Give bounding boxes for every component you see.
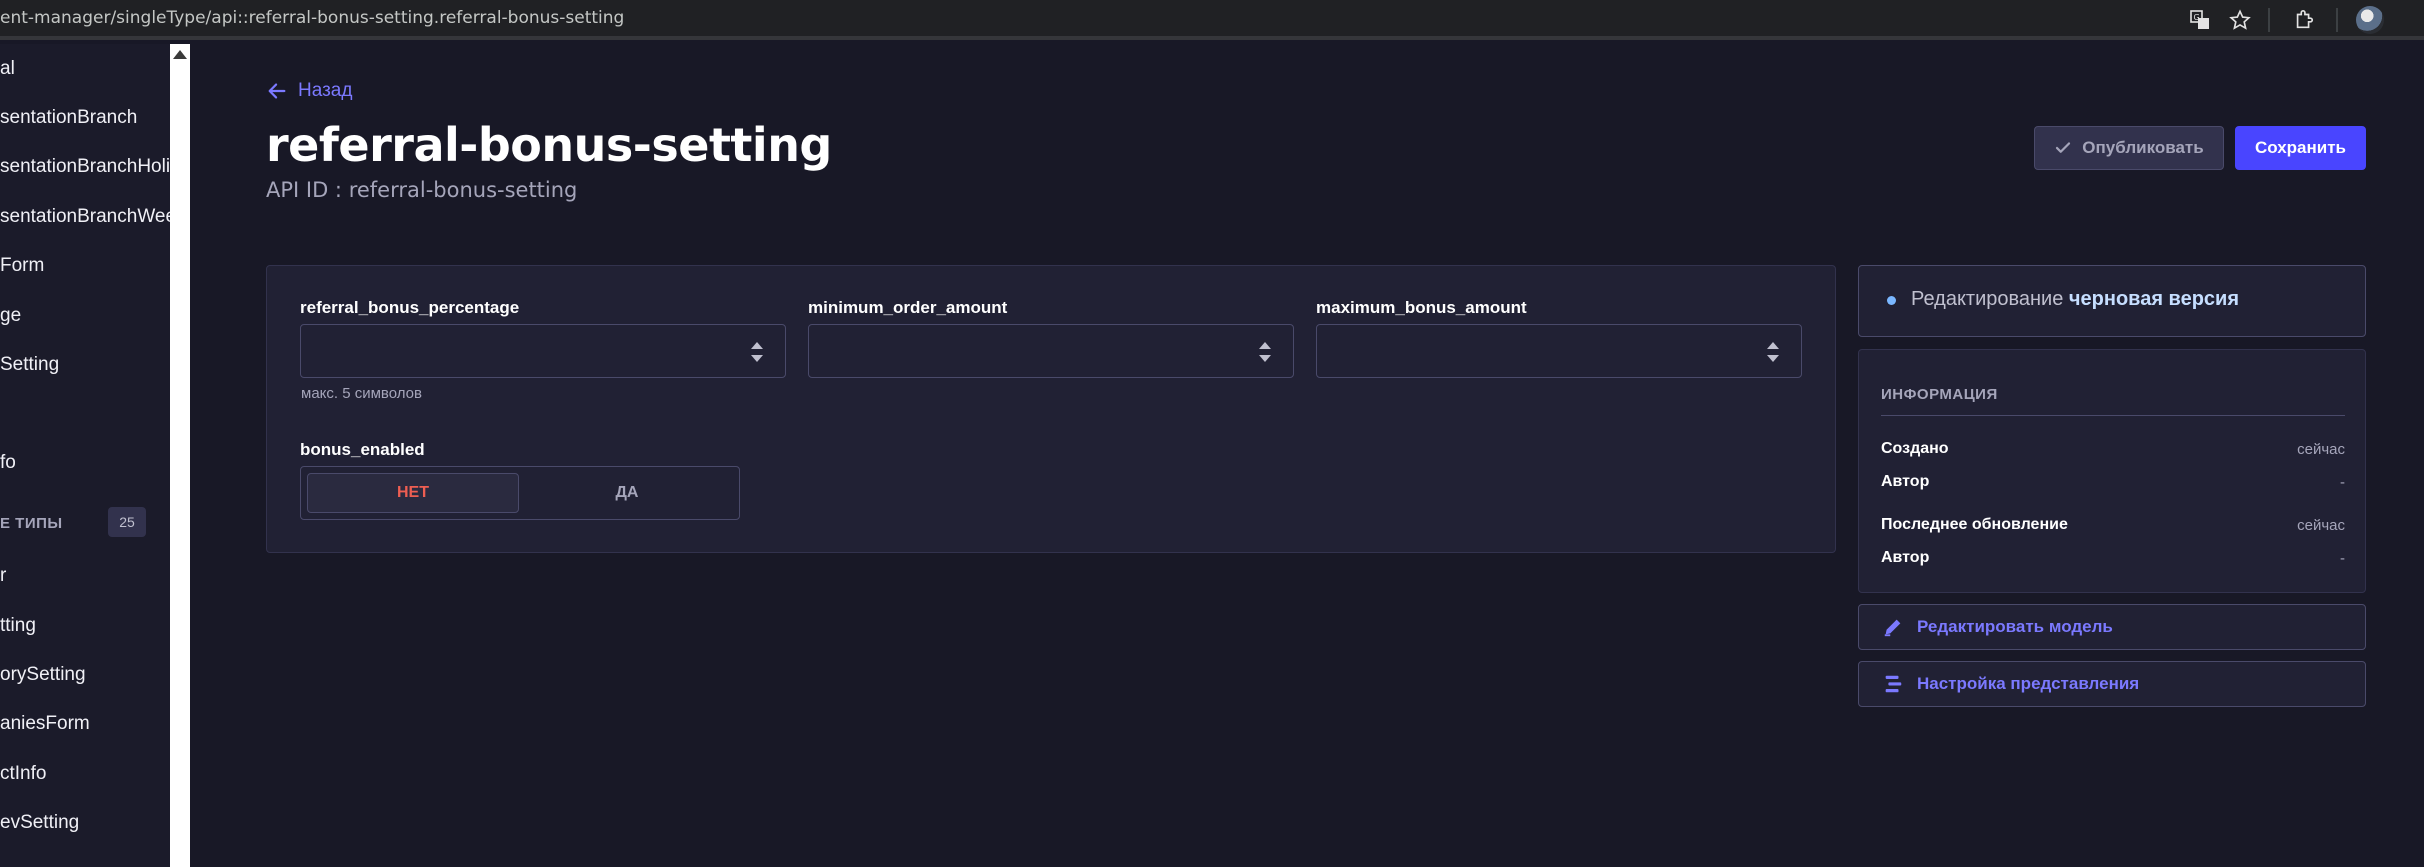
address-bar[interactable]: ent-manager/singleType/api::referral-bon…	[0, 8, 624, 28]
edit-model-button[interactable]: Редактировать модель	[1858, 604, 2366, 650]
sidebar-item[interactable]: fo	[0, 452, 16, 474]
sidebar-item[interactable]: al	[0, 58, 15, 80]
info-card: ИНФОРМАЦИЯ Создано сейчас Автор - Послед…	[1858, 349, 2366, 593]
status-text: Редактирование черновая версия	[1911, 288, 2239, 311]
edit-model-label: Редактировать модель	[1917, 617, 2113, 636]
sidebar-item[interactable]: aniesForm	[0, 713, 90, 735]
status-version: черновая версия	[2068, 288, 2240, 310]
sidebar-item[interactable]: orySetting	[0, 664, 86, 686]
sidebar-item[interactable]: sentationBranchWee	[0, 206, 170, 228]
created-value: сейчас	[2297, 441, 2345, 458]
sidebar-item[interactable]: ctInfo	[0, 763, 46, 785]
toolbar-separator	[2336, 8, 2338, 32]
pencil-icon	[1881, 615, 1905, 639]
sidebar-item[interactable]: tting	[0, 615, 36, 637]
author-value: -	[2340, 550, 2345, 567]
check-icon	[2056, 142, 2071, 153]
configure-view-button[interactable]: Настройка представления	[1858, 661, 2366, 707]
back-label: Назад	[298, 80, 353, 101]
arrow-left-icon	[268, 83, 286, 99]
publish-button[interactable]: Опубликовать	[2034, 126, 2224, 170]
referral-bonus-percentage-input[interactable]	[300, 324, 786, 378]
browser-toolbar: ent-manager/singleType/api::referral-bon…	[0, 0, 2424, 40]
divider	[1881, 415, 2345, 416]
toolbar-separator	[2268, 8, 2270, 32]
created-label: Создано	[1881, 440, 1949, 457]
field-label-maximum-bonus-amount: maximum_bonus_amount	[1316, 298, 1527, 317]
info-heading: ИНФОРМАЦИЯ	[1881, 386, 1998, 403]
page-title: referral-bonus-setting	[266, 118, 832, 172]
toggle-option-yes[interactable]: ДА	[521, 473, 733, 513]
stepper-icon[interactable]	[1767, 342, 1779, 362]
sidebar-item[interactable]: Form	[0, 255, 44, 277]
sidebar-item[interactable]: sentationBranch	[0, 107, 137, 129]
updated-label: Последнее обновление	[1881, 516, 2068, 533]
publish-label: Опубликовать	[2082, 138, 2204, 157]
back-link[interactable]: Назад	[266, 80, 352, 102]
svg-text:G: G	[2194, 13, 2200, 22]
sidebar-item[interactable]: r	[0, 565, 6, 587]
sidebar-section-title: Е ТИПЫ	[0, 515, 63, 532]
sidebar-item[interactable]: Setting	[0, 354, 59, 376]
sidebar-scrollbar[interactable]	[170, 44, 190, 867]
status-dot-icon	[1887, 296, 1896, 305]
author-label: Автор	[1881, 549, 1930, 566]
maximum-bonus-amount-input[interactable]	[1316, 324, 1802, 378]
avatar[interactable]	[2356, 6, 2384, 34]
count-badge: 25	[108, 507, 146, 537]
status-prefix: Редактирование	[1911, 288, 2064, 310]
toggle-option-no[interactable]: НЕТ	[307, 473, 519, 513]
list-settings-icon	[1881, 672, 1905, 696]
sidebar-item[interactable]: ge	[0, 305, 21, 327]
field-label-bonus-enabled: bonus_enabled	[300, 440, 425, 459]
author-label: Автор	[1881, 473, 1930, 490]
minimum-order-amount-input[interactable]	[808, 324, 1294, 378]
sidebar-item[interactable]: sentationBranchHoli	[0, 156, 170, 178]
api-id: API ID : referral-bonus-setting	[266, 178, 578, 202]
extensions-icon[interactable]	[2290, 6, 2318, 34]
star-icon[interactable]	[2226, 6, 2254, 34]
translate-icon[interactable]: G	[2186, 6, 2214, 34]
field-hint: макс. 5 символов	[301, 385, 422, 402]
edit-status-card: Редактирование черновая версия	[1858, 265, 2366, 337]
stepper-icon[interactable]	[1259, 342, 1271, 362]
sidebar-item[interactable]: evSetting	[0, 812, 79, 834]
updated-value: сейчас	[2297, 517, 2345, 534]
field-label-referral-bonus-percentage: referral_bonus_percentage	[300, 298, 520, 317]
scroll-up-icon[interactable]	[173, 50, 187, 59]
configure-view-label: Настройка представления	[1917, 674, 2140, 693]
bonus-enabled-toggle[interactable]: НЕТ ДА	[300, 466, 740, 520]
save-button[interactable]: Сохранить	[2235, 126, 2366, 170]
author-value: -	[2340, 474, 2345, 491]
stepper-icon[interactable]	[751, 342, 763, 362]
field-label-minimum-order-amount: minimum_order_amount	[808, 298, 1008, 317]
sidebar: al sentationBranch sentationBranchHoli s…	[0, 44, 170, 867]
